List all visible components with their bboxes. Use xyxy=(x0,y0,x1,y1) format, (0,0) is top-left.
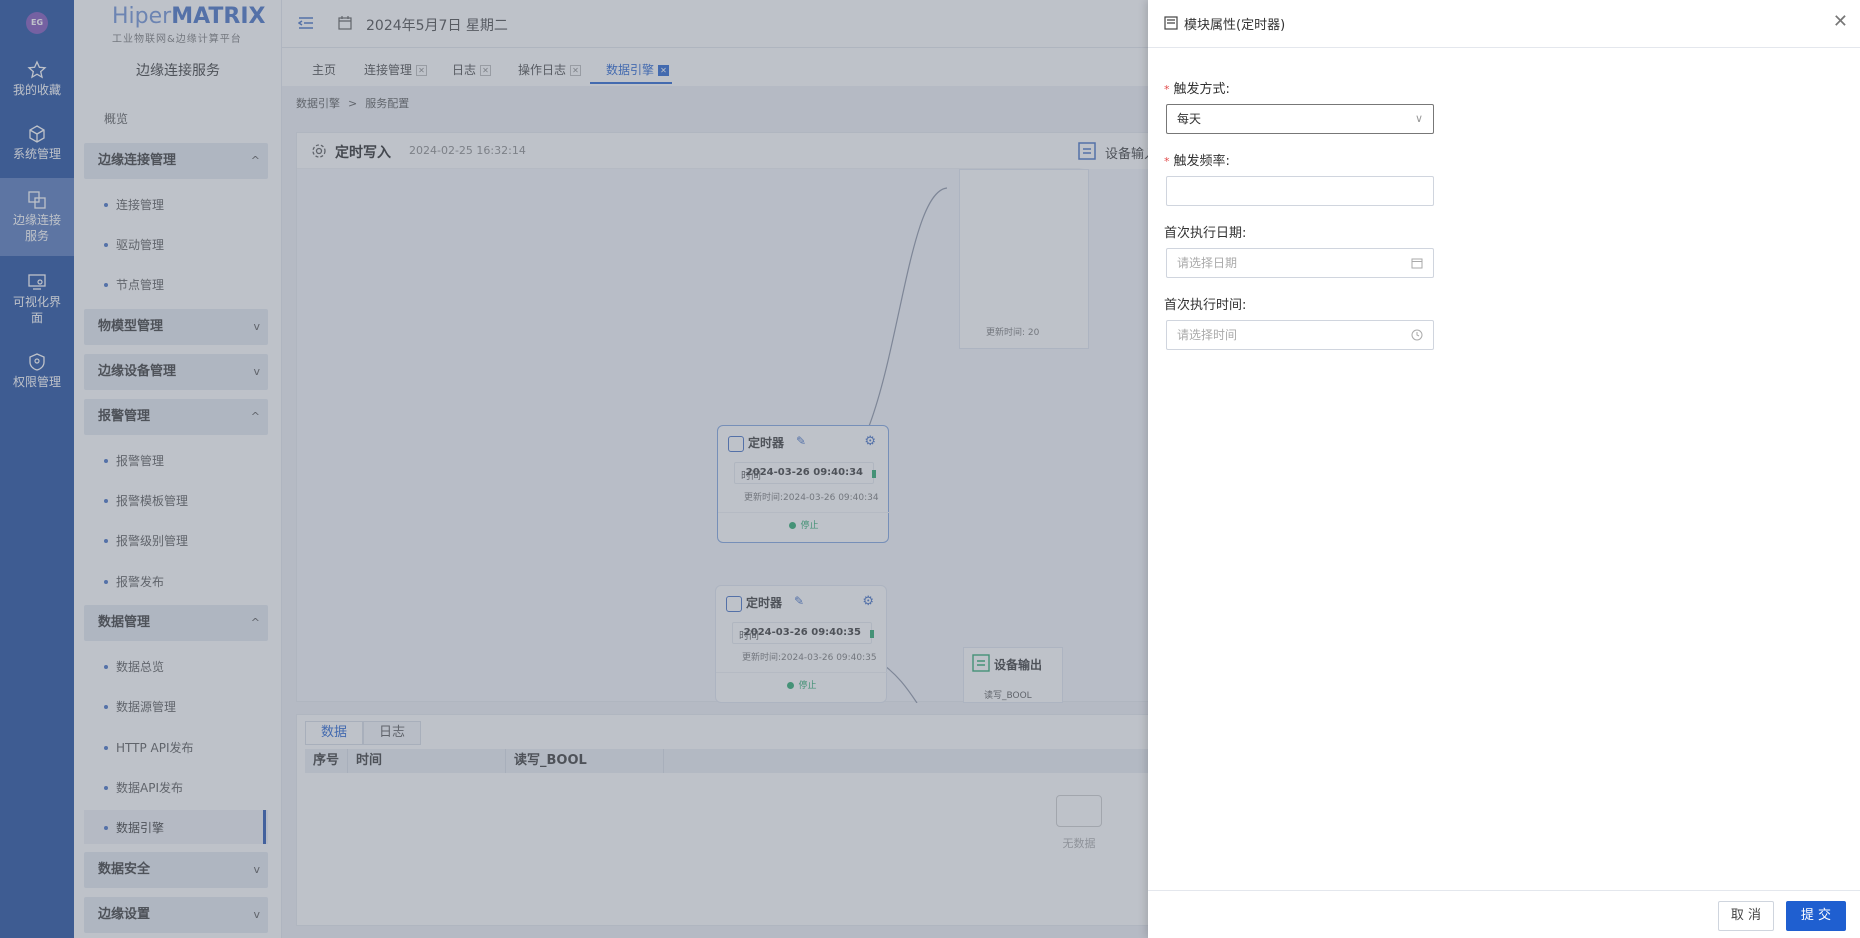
properties-drawer: 模块属性(定时器) ✕ * 触发方式: 每天 ∨ * 触发频率: 首次执行日期: 请选… xyxy=(1148,0,1860,938)
calendar-icon xyxy=(1411,258,1423,269)
drawer-header: 模块属性(定时器) ✕ xyxy=(1148,0,1860,48)
date-placeholder: 请选择日期 xyxy=(1177,256,1238,270)
cancel-button[interactable]: 取 消 xyxy=(1718,901,1774,931)
clock-icon xyxy=(1411,329,1423,341)
time-placeholder: 请选择时间 xyxy=(1177,328,1238,342)
trigger-frequency-input[interactable] xyxy=(1166,176,1434,206)
field-label: 触发方式: xyxy=(1173,82,1230,97)
required-mark: * xyxy=(1164,83,1170,96)
modal-mask[interactable] xyxy=(0,0,1148,938)
first-date-label: 首次执行日期: xyxy=(1164,226,1247,241)
document-icon xyxy=(1164,16,1178,30)
app-root: EG 我的收藏 系统管理 边缘连接 服务 可视化界 面 权限管理 HiperMA… xyxy=(0,0,1860,938)
first-time-label: 首次执行时间: xyxy=(1164,298,1247,313)
first-time-picker[interactable]: 请选择时间 xyxy=(1166,320,1434,350)
field-label: 触发频率: xyxy=(1173,154,1230,169)
submit-button[interactable]: 提 交 xyxy=(1786,901,1846,931)
close-icon[interactable]: ✕ xyxy=(1833,12,1848,32)
select-value: 每天 xyxy=(1177,112,1202,126)
trigger-mode-select[interactable]: 每天 ∨ xyxy=(1166,104,1434,134)
chevron-down-icon: ∨ xyxy=(1414,112,1423,125)
drawer-title: 模块属性(定时器) xyxy=(1184,18,1286,33)
required-mark: * xyxy=(1164,155,1170,168)
first-date-picker[interactable]: 请选择日期 xyxy=(1166,248,1434,278)
trigger-mode-label: * 触发方式: xyxy=(1164,78,1230,97)
drawer-footer: 取 消 提 交 xyxy=(1148,890,1860,938)
trigger-frequency-label: * 触发频率: xyxy=(1164,150,1230,169)
